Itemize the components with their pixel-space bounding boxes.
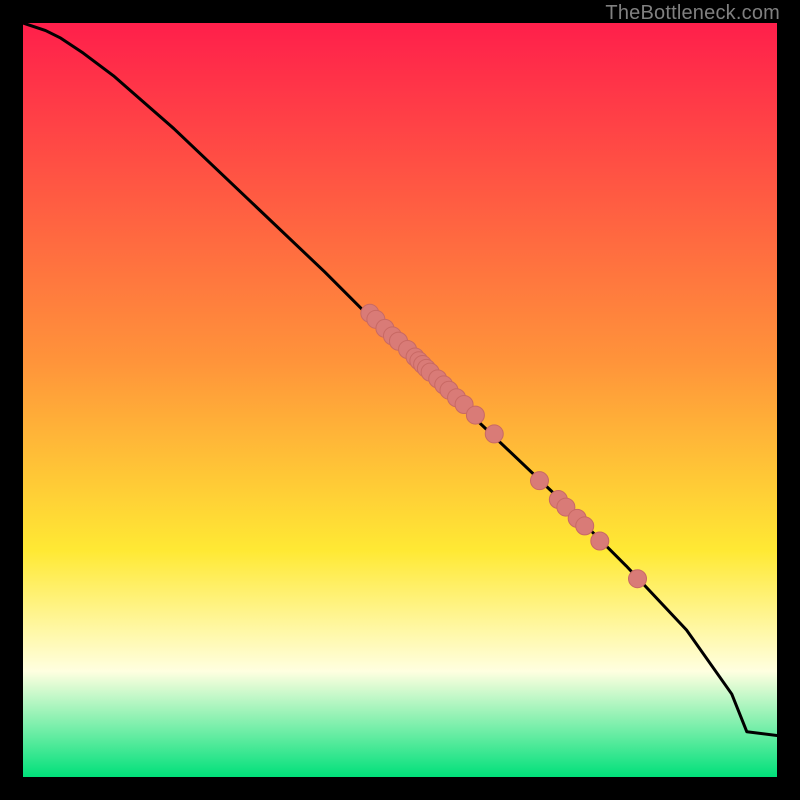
data-point bbox=[576, 517, 594, 535]
data-point bbox=[485, 425, 503, 443]
data-point bbox=[591, 532, 609, 550]
data-point bbox=[466, 406, 484, 424]
chart-stage: TheBottleneck.com bbox=[0, 0, 800, 800]
data-point bbox=[629, 570, 647, 588]
bottleneck-chart bbox=[23, 23, 777, 777]
watermark-text: TheBottleneck.com bbox=[605, 2, 780, 25]
gradient-background bbox=[23, 23, 777, 777]
data-point bbox=[530, 472, 548, 490]
